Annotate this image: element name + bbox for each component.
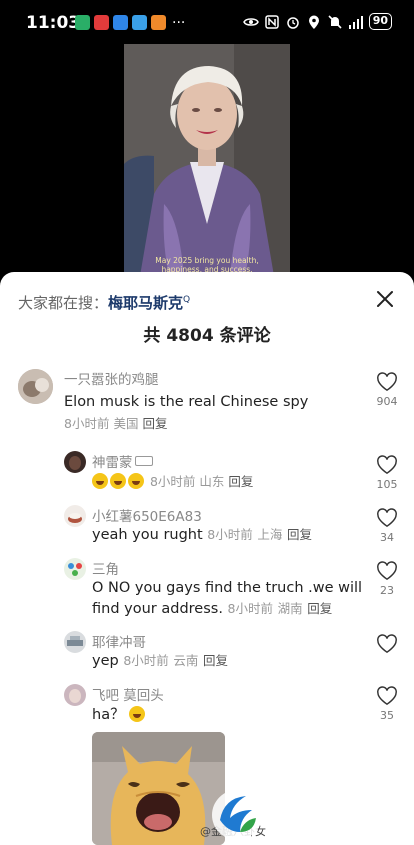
- comment-item: 飞吧 莫回头 ha？ 35: [0, 680, 414, 730]
- video-player[interactable]: May 2025 bring you health, happiness, an…: [0, 44, 414, 276]
- user-badge-icon: [134, 456, 153, 466]
- search-term-link[interactable]: 梅耶马斯克: [108, 294, 183, 312]
- comment-item: 小红薯650E6A83 yeah you rught 8小时前 上海 回复 34: [0, 502, 414, 552]
- comment-time: 8小时前: [64, 416, 110, 431]
- blue-app-icon: [113, 15, 128, 30]
- heart-icon: [377, 634, 397, 654]
- comment-item: 一只嚣张的鸡腿 Elon musk is the real Chinese sp…: [0, 362, 414, 432]
- comment-text: O NO you gays find the truch .we will: [92, 580, 363, 596]
- like-button[interactable]: 904: [373, 372, 401, 408]
- username[interactable]: 三角: [92, 558, 119, 578]
- username[interactable]: 小红薯650E6A83: [92, 505, 202, 525]
- search-small-icon: Q: [183, 295, 191, 305]
- eye-icon: [242, 17, 259, 26]
- heart-icon: [377, 372, 397, 392]
- comment-body: yep 8小时前 云南 回复: [92, 651, 228, 671]
- heart-icon: [377, 686, 397, 706]
- avatar[interactable]: [64, 631, 86, 653]
- mute-icon: [328, 14, 342, 29]
- comment-text-line2: find your address.: [92, 601, 223, 617]
- like-count: 34: [380, 531, 394, 544]
- status-app-icons: [75, 15, 166, 30]
- avatar[interactable]: [64, 451, 86, 473]
- comment-panel: 大家都在搜：梅耶马斯克Q 共 4804 条评论 一只嚣张的鸡腿 Elon mus…: [0, 272, 414, 845]
- comment-meta: 8小时前 美国 回复: [64, 416, 167, 432]
- status-indicators: 90: [242, 13, 392, 30]
- reply-button[interactable]: 回复: [307, 601, 332, 616]
- comment-region: 云南: [173, 653, 199, 668]
- heart-icon: [377, 455, 397, 475]
- username[interactable]: 神雷蒙: [92, 451, 153, 471]
- caption-line-1: May 2025 bring you health,: [155, 256, 259, 265]
- avatar[interactable]: [18, 369, 53, 404]
- wechat-icon: [75, 15, 90, 30]
- comment-body: yeah you rught 8小时前 上海 回复: [92, 525, 312, 545]
- comment-time: 8小时前: [227, 601, 273, 616]
- battery-indicator: 90: [368, 13, 392, 30]
- comment-item: 耶律冲哥 yep 8小时前 云南 回复: [0, 628, 414, 678]
- search-prefix: 大家都在搜：: [18, 294, 109, 312]
- comment-body-line2: find your address. 8小时前 湖南 回复: [92, 599, 332, 619]
- avatar[interactable]: [64, 505, 86, 527]
- comment-time: 8小时前: [207, 527, 253, 542]
- like-button[interactable]: 35: [373, 686, 401, 722]
- status-time: 11:03: [26, 13, 81, 33]
- like-count: 904: [376, 395, 398, 408]
- like-button[interactable]: [373, 634, 401, 654]
- search-suggestion[interactable]: 大家都在搜：梅耶马斯克Q: [18, 292, 190, 313]
- username-text: 神雷蒙: [92, 455, 133, 471]
- like-count: 23: [380, 584, 394, 597]
- heart-icon: [377, 561, 397, 581]
- reply-button[interactable]: 回复: [142, 416, 167, 431]
- heart-icon: [377, 508, 397, 528]
- like-button[interactable]: 105: [373, 455, 401, 491]
- comment-region: 山东: [199, 474, 225, 489]
- like-count: 35: [380, 709, 394, 722]
- avatar[interactable]: [64, 684, 86, 706]
- comment-item: 神雷蒙 8小时前 山东 回复 105: [0, 447, 414, 497]
- comment-meta: 8小时前 山东 回复: [92, 473, 253, 491]
- comment-item: 三角 O NO you gays find the truch .we will…: [0, 555, 414, 625]
- comment-text: yeah you rught: [92, 527, 203, 543]
- comment-region: 上海: [257, 527, 283, 542]
- laughing-emoji-icon: [110, 473, 126, 489]
- reply-button[interactable]: 回复: [287, 527, 312, 542]
- comment-count-title: 共 4804 条评论: [143, 326, 271, 346]
- location-icon: [308, 15, 319, 29]
- comment-text: ha？: [92, 707, 125, 723]
- reply-button[interactable]: 回复: [228, 474, 253, 489]
- comment-body: ha？: [92, 705, 147, 725]
- like-button[interactable]: 23: [373, 561, 401, 597]
- laughing-emoji-icon: [129, 706, 146, 722]
- alarm-icon: [286, 16, 299, 29]
- like-count: 105: [376, 478, 398, 491]
- video-frame: May 2025 bring you health, happiness, an…: [124, 44, 290, 276]
- laughing-emoji-icon: [92, 473, 108, 489]
- reply-button[interactable]: 回复: [203, 653, 228, 668]
- signal-icon: [348, 15, 363, 29]
- bird-app-icon: [132, 15, 147, 30]
- username[interactable]: 一只嚣张的鸡腿: [64, 368, 159, 388]
- nfc-icon: [264, 14, 279, 29]
- comment-region: 美国: [113, 416, 139, 431]
- comment-text: Elon musk is the real Chinese spy: [64, 394, 309, 410]
- laughing-emoji-icon: [128, 473, 144, 489]
- avatar[interactable]: [64, 558, 86, 580]
- status-more: ...: [172, 11, 186, 27]
- close-icon[interactable]: [374, 288, 396, 310]
- comment-text: yep: [92, 653, 119, 669]
- comment-time: 8小时前: [149, 474, 196, 489]
- username[interactable]: 耶律冲哥: [92, 631, 146, 651]
- video-person-image: [124, 44, 290, 276]
- weibo-icon: [151, 15, 166, 30]
- status-bar: 11:03 ... 90: [0, 0, 414, 44]
- watermark-logo-icon: [212, 790, 262, 840]
- red-app-icon: [94, 15, 109, 30]
- like-button[interactable]: 34: [373, 508, 401, 544]
- username[interactable]: 飞吧 莫回头: [92, 684, 164, 704]
- comment-time: 8小时前: [123, 653, 169, 668]
- comment-region: 湖南: [277, 601, 303, 616]
